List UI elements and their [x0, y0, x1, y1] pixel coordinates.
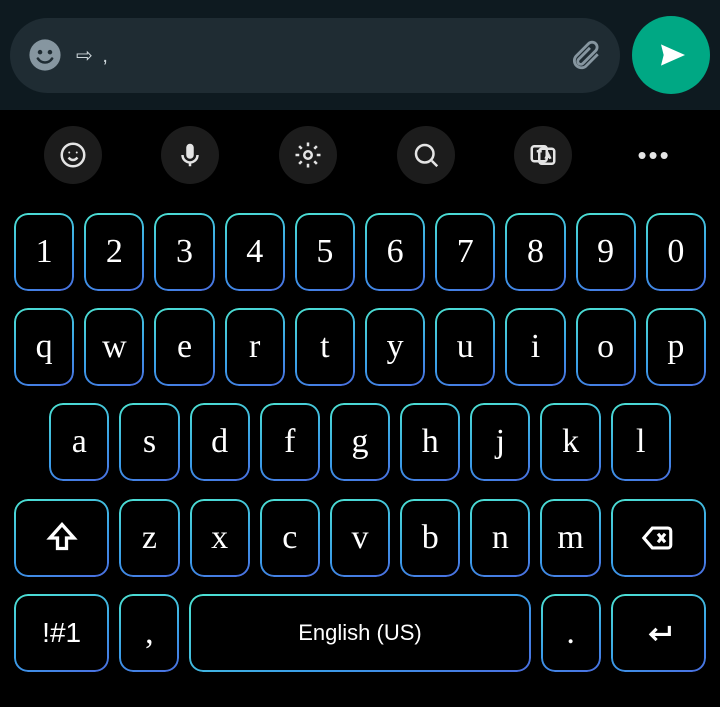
key-g[interactable]: g [330, 403, 390, 481]
spacebar[interactable]: English (US) [189, 594, 530, 672]
mic-icon [175, 140, 205, 170]
key-s[interactable]: s [119, 403, 179, 481]
backspace-icon [641, 521, 675, 555]
backspace-key[interactable] [611, 499, 706, 577]
gear-icon [293, 140, 323, 170]
voice-button[interactable] [161, 126, 219, 184]
keyboard-rows: 1 2 3 4 5 6 7 8 9 0 q w e r t y u i o p … [0, 192, 720, 707]
enter-key[interactable] [611, 594, 706, 672]
keyboard-toolbar: ••• [0, 110, 720, 192]
send-button[interactable] [632, 16, 710, 94]
key-2[interactable]: 2 [84, 213, 144, 291]
key-9[interactable]: 9 [576, 213, 636, 291]
send-icon [657, 39, 689, 71]
key-l[interactable]: l [611, 403, 671, 481]
key-y[interactable]: y [365, 308, 425, 386]
key-8[interactable]: 8 [505, 213, 565, 291]
search-button[interactable] [397, 126, 455, 184]
key-n[interactable]: n [470, 499, 530, 577]
number-row: 1 2 3 4 5 6 7 8 9 0 [14, 213, 706, 291]
key-p[interactable]: p [646, 308, 706, 386]
translate-icon [528, 140, 558, 170]
key-5[interactable]: 5 [295, 213, 355, 291]
key-c[interactable]: c [260, 499, 320, 577]
key-o[interactable]: o [576, 308, 636, 386]
symbols-key[interactable]: !#1 [14, 594, 109, 672]
key-t[interactable]: t [295, 308, 355, 386]
key-k[interactable]: k [540, 403, 600, 481]
key-m[interactable]: m [540, 499, 600, 577]
sticker-button[interactable] [44, 126, 102, 184]
key-z[interactable]: z [119, 499, 179, 577]
key-j[interactable]: j [470, 403, 530, 481]
qwerty-row: q w e r t y u i o p [14, 308, 706, 386]
key-a[interactable]: a [49, 403, 109, 481]
key-r[interactable]: r [225, 308, 285, 386]
home-row: a s d f g h j k l [14, 403, 706, 481]
key-4[interactable]: 4 [225, 213, 285, 291]
key-x[interactable]: x [190, 499, 250, 577]
emoji-icon[interactable] [28, 38, 62, 72]
key-f[interactable]: f [260, 403, 320, 481]
key-h[interactable]: h [400, 403, 460, 481]
key-3[interactable]: 3 [154, 213, 214, 291]
message-text[interactable]: ⇨ , [76, 43, 554, 68]
more-button[interactable]: ••• [632, 140, 676, 171]
comma-key[interactable]: , [119, 594, 179, 672]
key-w[interactable]: w [84, 308, 144, 386]
shift-icon [44, 520, 80, 556]
key-1[interactable]: 1 [14, 213, 74, 291]
key-7[interactable]: 7 [435, 213, 495, 291]
smile-icon [58, 140, 88, 170]
key-b[interactable]: b [400, 499, 460, 577]
attachment-icon[interactable] [568, 38, 602, 72]
search-icon [411, 140, 441, 170]
key-v[interactable]: v [330, 499, 390, 577]
shift-key[interactable] [14, 499, 109, 577]
bottom-letter-row: z x c v b n m [14, 499, 706, 577]
key-i[interactable]: i [505, 308, 565, 386]
settings-button[interactable] [279, 126, 337, 184]
key-0[interactable]: 0 [646, 213, 706, 291]
translate-button[interactable] [514, 126, 572, 184]
message-input-pill[interactable]: ⇨ , [10, 18, 620, 93]
key-e[interactable]: e [154, 308, 214, 386]
key-d[interactable]: d [190, 403, 250, 481]
spacebar-row: !#1 , English (US) . [14, 594, 706, 672]
key-u[interactable]: u [435, 308, 495, 386]
key-6[interactable]: 6 [365, 213, 425, 291]
period-key[interactable]: . [541, 594, 601, 672]
key-q[interactable]: q [14, 308, 74, 386]
keyboard: ••• 1 2 3 4 5 6 7 8 9 0 q w e r t y u i … [0, 110, 720, 707]
enter-icon [641, 616, 675, 650]
chat-input-bar: ⇨ , [0, 0, 720, 110]
